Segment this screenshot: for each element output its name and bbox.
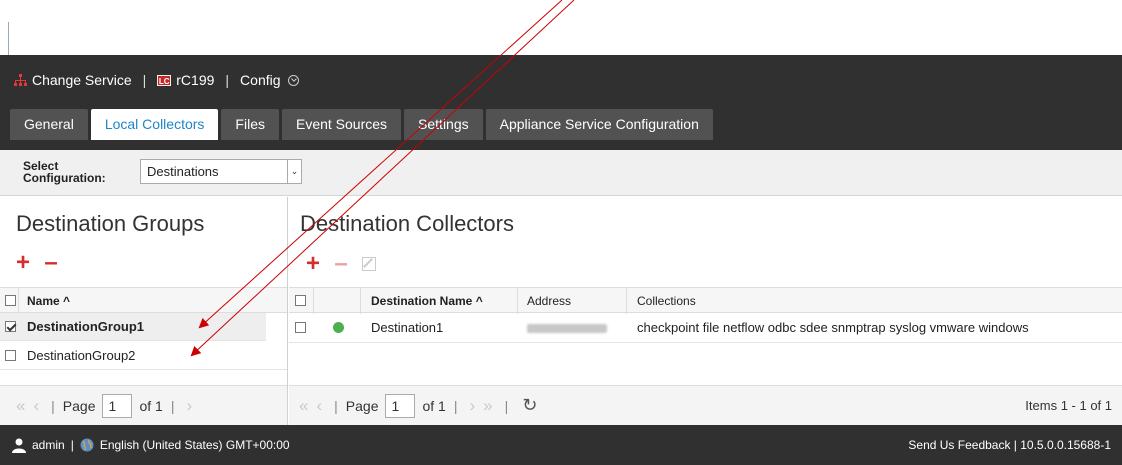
change-service-label: Change Service — [32, 72, 132, 88]
config-tabs: General Local Collectors Files Event Sou… — [10, 109, 713, 140]
column-divider — [517, 288, 518, 314]
footer-user-info: admin | English (United States) GMT+00:0… — [12, 438, 290, 453]
column-header-address[interactable]: Address — [527, 294, 571, 308]
column-divider — [18, 288, 19, 314]
app-header: Change Service | LC rC199 | Config Gener… — [0, 55, 1122, 158]
column-divider — [626, 288, 627, 314]
locale-timezone[interactable]: English (United States) GMT+00:00 — [100, 438, 290, 452]
items-count: Items 1 - 1 of 1 — [1025, 398, 1112, 413]
page-number-input[interactable]: 1 — [385, 393, 416, 418]
row-checkbox[interactable] — [5, 321, 16, 332]
pager-divider: | — [170, 397, 175, 414]
tab-general[interactable]: General — [10, 109, 88, 140]
table-row[interactable]: DestinationGroup1 — [0, 313, 266, 341]
local-collector-icon: LC — [157, 74, 172, 86]
service-bar: Change Service | LC rC199 | Config — [0, 55, 1122, 105]
select-all-collectors-checkbox[interactable] — [295, 295, 306, 306]
next-page-icon[interactable]: › — [469, 396, 475, 416]
configuration-dropdown-value: Destinations — [147, 164, 219, 179]
select-configuration-bar: Select Configuration: Destinations ⌄ — [0, 150, 1122, 196]
chevron-down-circle-icon — [287, 74, 299, 86]
page-label: Page — [62, 397, 96, 414]
change-service-link[interactable]: Change Service — [14, 72, 132, 88]
page-number-input[interactable]: 1 — [102, 393, 133, 418]
footer-separator: | — [70, 438, 74, 452]
next-page-icon[interactable]: › — [186, 396, 192, 416]
previous-page-icon[interactable]: ‹ — [33, 396, 39, 416]
edit-icon[interactable] — [362, 257, 376, 271]
destination-collectors-panel: Destination Collectors + – Destination N… — [289, 197, 1122, 425]
destination-name: Destination1 — [371, 320, 444, 335]
page-count: of 1 — [422, 397, 446, 414]
select-label-line2: Configuration: — [23, 171, 106, 185]
refresh-icon[interactable]: ↻ — [522, 395, 537, 416]
top-blank-area — [0, 0, 1122, 55]
status-indicator — [333, 322, 344, 333]
service-selector[interactable]: LC rC199 — [157, 72, 214, 88]
window-edge — [8, 22, 9, 55]
tab-settings[interactable]: Settings — [404, 109, 483, 140]
column-divider — [313, 288, 314, 314]
table-row[interactable]: Destination1 checkpoint file netflow odb… — [289, 313, 1122, 343]
table-row[interactable]: DestinationGroup2 — [0, 342, 287, 370]
header-separator: | — [142, 72, 147, 88]
remove-group-button[interactable]: – — [44, 251, 58, 275]
service-name: rC199 — [176, 72, 215, 88]
page-count: of 1 — [139, 397, 163, 414]
config-label: Config — [240, 72, 281, 88]
user-icon — [12, 438, 26, 453]
page-label: Page — [345, 397, 379, 414]
redacted-address — [527, 324, 607, 333]
collectors-pager: « ‹ | Page 1 of 1 | › » | ↻ Items 1 - 1 … — [289, 385, 1122, 425]
column-divider — [360, 288, 361, 314]
destination-collectors-toolbar: + – — [306, 252, 376, 276]
groups-pager: « ‹ | Page 1 of 1 | › — [0, 385, 287, 425]
select-configuration-label: Select Configuration: — [23, 160, 106, 184]
pager-divider: | — [453, 397, 458, 414]
group-name: DestinationGroup2 — [27, 348, 136, 363]
pager-divider: | — [504, 397, 509, 414]
select-all-groups-checkbox[interactable] — [5, 295, 16, 306]
configuration-dropdown[interactable]: Destinations ⌄ — [140, 159, 302, 184]
pager-divider: | — [334, 397, 338, 414]
first-page-icon[interactable]: « — [16, 396, 25, 416]
tab-event-sources[interactable]: Event Sources — [281, 109, 402, 140]
collectors-grid-header: Destination Name ^ Address Collections — [289, 287, 1122, 314]
destination-collectors-title: Destination Collectors — [300, 211, 514, 236]
pager-divider: | — [51, 397, 55, 414]
destination-collections: checkpoint file netflow odbc sdee snmptr… — [637, 320, 1029, 335]
group-name: DestinationGroup1 — [27, 319, 145, 334]
row-checkbox[interactable] — [295, 322, 306, 333]
chevron-down-icon[interactable]: ⌄ — [287, 160, 301, 183]
feedback-version[interactable]: Send Us Feedback | 10.5.0.0.15688-1 — [908, 438, 1111, 452]
config-menu[interactable]: Config — [240, 72, 299, 88]
destination-groups-title: Destination Groups — [16, 211, 205, 236]
status-footer: admin | English (United States) GMT+00:0… — [0, 425, 1122, 465]
tab-local-collectors[interactable]: Local Collectors — [90, 109, 219, 140]
username[interactable]: admin — [32, 438, 65, 452]
row-checkbox[interactable] — [5, 350, 16, 361]
column-header-collections[interactable]: Collections — [637, 294, 696, 308]
column-header-destination-name[interactable]: Destination Name ^ — [371, 294, 483, 308]
tab-files[interactable]: Files — [221, 109, 279, 140]
globe-icon — [80, 438, 94, 452]
destination-groups-panel: Destination Groups + – Name ^ Destinatio… — [0, 197, 288, 425]
hierarchy-icon — [14, 73, 27, 86]
remove-destination-button[interactable]: – — [334, 252, 348, 276]
groups-grid-header: Name ^ — [0, 287, 287, 314]
last-page-icon[interactable]: » — [483, 396, 492, 416]
column-header-name[interactable]: Name ^ — [27, 294, 70, 308]
previous-page-icon[interactable]: ‹ — [316, 396, 322, 416]
add-group-button[interactable]: + — [16, 251, 30, 275]
tab-appliance-service-configuration[interactable]: Appliance Service Configuration — [485, 109, 713, 140]
destination-groups-toolbar: + – — [16, 251, 58, 275]
first-page-icon[interactable]: « — [299, 396, 308, 416]
header-separator: | — [225, 72, 230, 88]
add-destination-button[interactable]: + — [306, 252, 320, 276]
